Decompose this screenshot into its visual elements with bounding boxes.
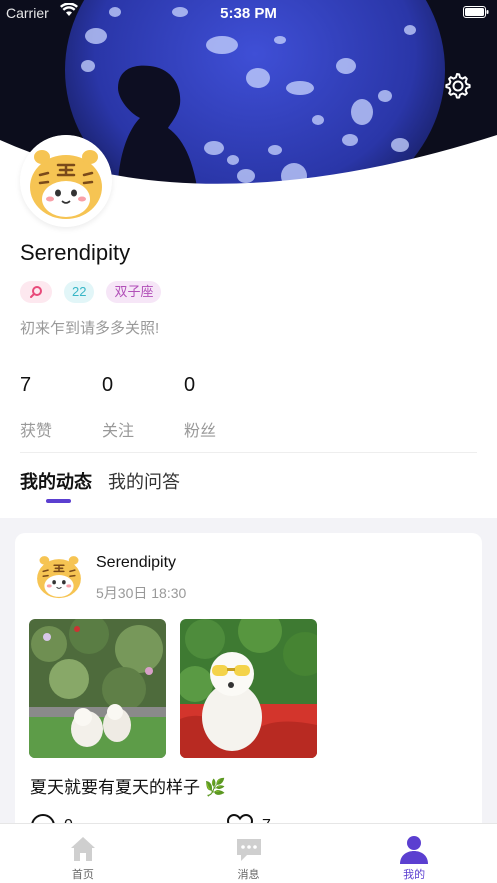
profile-bio: 初来乍到请多多关照! bbox=[20, 320, 160, 337]
profile-username: Serendipity bbox=[20, 240, 131, 265]
post-card[interactable]: Serendipity 5月30日 18:30 夏天就要有夏天的样子 🌿 bbox=[15, 533, 482, 853]
gear-icon bbox=[445, 73, 471, 99]
gender-tag bbox=[20, 281, 52, 303]
tab-my-qa[interactable]: 我的问答 bbox=[108, 468, 180, 504]
tabbar-label: 消息 bbox=[237, 869, 260, 881]
stat-label: 获赞 bbox=[20, 423, 53, 440]
tabbar-label: 首页 bbox=[71, 869, 94, 881]
stat-likes[interactable]: 7 获赞 bbox=[20, 374, 102, 441]
profile-icon bbox=[400, 836, 429, 864]
home-icon bbox=[70, 837, 95, 861]
age-tag: 22 bbox=[64, 281, 95, 303]
search-icon bbox=[30, 286, 42, 298]
post-text: 夏天就要有夏天的样子 🌿 bbox=[30, 778, 226, 797]
post-author-avatar[interactable] bbox=[31, 547, 87, 603]
post-image[interactable] bbox=[29, 619, 166, 758]
dogs-garden-photo bbox=[29, 619, 166, 758]
profile-stats: 7 获赞 0 关注 0 粉丝 bbox=[20, 374, 266, 441]
status-bar: Carrier 5:38 PM bbox=[0, 0, 497, 26]
tabbar-item-home[interactable]: 首页 bbox=[0, 824, 166, 883]
avatar[interactable] bbox=[20, 135, 112, 227]
profile-tags: 22 双子座 bbox=[20, 281, 162, 303]
stat-value: 0 bbox=[102, 374, 114, 396]
tiger-avatar-icon bbox=[20, 135, 112, 227]
stat-value: 0 bbox=[184, 374, 196, 396]
active-tab-indicator bbox=[46, 499, 71, 503]
stat-label: 粉丝 bbox=[184, 423, 217, 440]
stat-label: 关注 bbox=[102, 423, 135, 440]
post-timestamp: 5月30日 18:30 bbox=[96, 585, 187, 601]
tiger-avatar-icon bbox=[37, 556, 81, 599]
tabbar-item-me[interactable]: 我的 bbox=[331, 824, 497, 883]
post-image[interactable] bbox=[180, 619, 317, 758]
post-author-name[interactable]: Serendipity bbox=[96, 554, 176, 572]
divider bbox=[20, 452, 477, 453]
tabbar-label: 我的 bbox=[403, 869, 426, 881]
zodiac-tag: 双子座 bbox=[106, 281, 162, 303]
settings-button[interactable] bbox=[441, 70, 473, 102]
tabbar-item-messages[interactable]: 消息 bbox=[166, 824, 332, 883]
profile-tabs: 我的动态 我的问答 bbox=[20, 468, 180, 504]
stat-value: 7 bbox=[20, 374, 32, 396]
stat-followers[interactable]: 0 粉丝 bbox=[184, 374, 266, 441]
battery-icon bbox=[463, 6, 489, 18]
bottom-tab-bar: 首页 消息 我的 bbox=[0, 823, 497, 883]
status-time: 5:38 PM bbox=[220, 5, 277, 22]
dog-sunglasses-photo bbox=[180, 619, 317, 758]
stat-following[interactable]: 0 关注 bbox=[102, 374, 184, 441]
message-icon bbox=[236, 839, 261, 861]
